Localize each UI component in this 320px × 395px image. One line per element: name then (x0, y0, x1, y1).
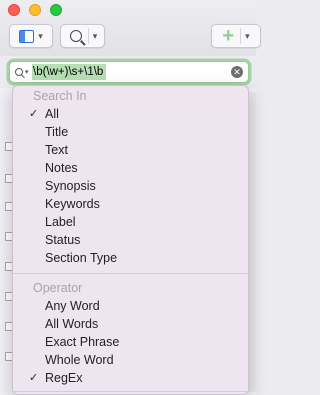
search-options-menu: Search In ✓ All Title Text Notes Synopsi… (12, 85, 249, 395)
menu-item-label: All Words (45, 317, 99, 331)
menu-item-label: Section Type (45, 251, 118, 265)
menu-header-operator: Operator (33, 281, 83, 295)
checkmark-icon: ✓ (29, 372, 39, 384)
minimize-window-button[interactable] (29, 4, 41, 16)
menu-item-label: Text (45, 143, 68, 157)
menu-item-label: Status (45, 233, 81, 247)
menu-header-search-in: Search In (33, 89, 87, 103)
menu-item-title[interactable]: Title (13, 123, 248, 141)
menu-item-exact-phrase[interactable]: Exact Phrase (13, 333, 248, 351)
menu-item-label: Notes (45, 161, 78, 175)
clear-search-icon[interactable]: ✕ (231, 66, 243, 78)
search-field[interactable]: ▾ \b(\w+)\s+\1\b ✕ (9, 61, 249, 83)
menu-item-text[interactable]: Text (13, 141, 248, 159)
menu-item-label: RegEx (45, 371, 83, 385)
menu-item-label[interactable]: Label (13, 213, 248, 231)
menu-item-label: Keywords (45, 197, 100, 211)
search-input[interactable]: \b(\w+)\s+\1\b (32, 64, 106, 80)
chevron-down-icon: ▾ (245, 30, 250, 41)
menu-item-all-words[interactable]: All Words (13, 315, 248, 333)
menu-item-synopsis[interactable]: Synopsis (13, 177, 248, 195)
chevron-down-icon: ▾ (92, 30, 98, 41)
menu-separator (13, 273, 248, 274)
checkmark-icon: ✓ (29, 108, 39, 120)
menu-item-notes[interactable]: Notes (13, 159, 248, 177)
menu-item-label: Exact Phrase (45, 335, 120, 349)
menu-separator (13, 391, 248, 392)
search-menu-icon[interactable]: ▾ (10, 62, 32, 82)
button-divider (240, 28, 242, 44)
window-toolbar: ▾ ▾ + ▾ (0, 0, 261, 56)
menu-item-regex[interactable]: ✓ RegEx (13, 369, 248, 387)
menu-item-status[interactable]: Status (13, 231, 248, 249)
menu-item-label: Label (45, 215, 76, 229)
menu-item-whole-word[interactable]: Whole Word (13, 351, 248, 369)
menu-item-any-word[interactable]: Any Word (13, 297, 248, 315)
button-divider (87, 28, 89, 44)
menu-item-section-type[interactable]: Section Type (13, 249, 248, 267)
menu-item-label: All (45, 107, 59, 121)
chevron-down-icon: ▾ (38, 30, 43, 41)
view-mode-button[interactable]: ▾ (9, 24, 53, 48)
chevron-down-icon: ▾ (25, 69, 29, 76)
menu-item-all[interactable]: ✓ All (13, 105, 248, 123)
menu-item-keywords[interactable]: Keywords (13, 195, 248, 213)
search-icon (69, 30, 82, 42)
search-icon (15, 68, 23, 76)
close-window-button[interactable] (8, 4, 20, 16)
menu-item-label: Any Word (45, 299, 100, 313)
sidebar-icon (19, 29, 35, 43)
menu-item-label: Synopsis (45, 179, 96, 193)
zoom-window-button[interactable] (50, 4, 62, 16)
search-options-button[interactable]: ▾ (60, 24, 105, 48)
plus-icon: + (222, 25, 235, 47)
add-button[interactable]: + ▾ (211, 24, 261, 48)
scrollbar-track[interactable] (248, 92, 256, 392)
menu-item-label: Whole Word (45, 353, 114, 367)
menu-item-label: Title (45, 125, 69, 139)
